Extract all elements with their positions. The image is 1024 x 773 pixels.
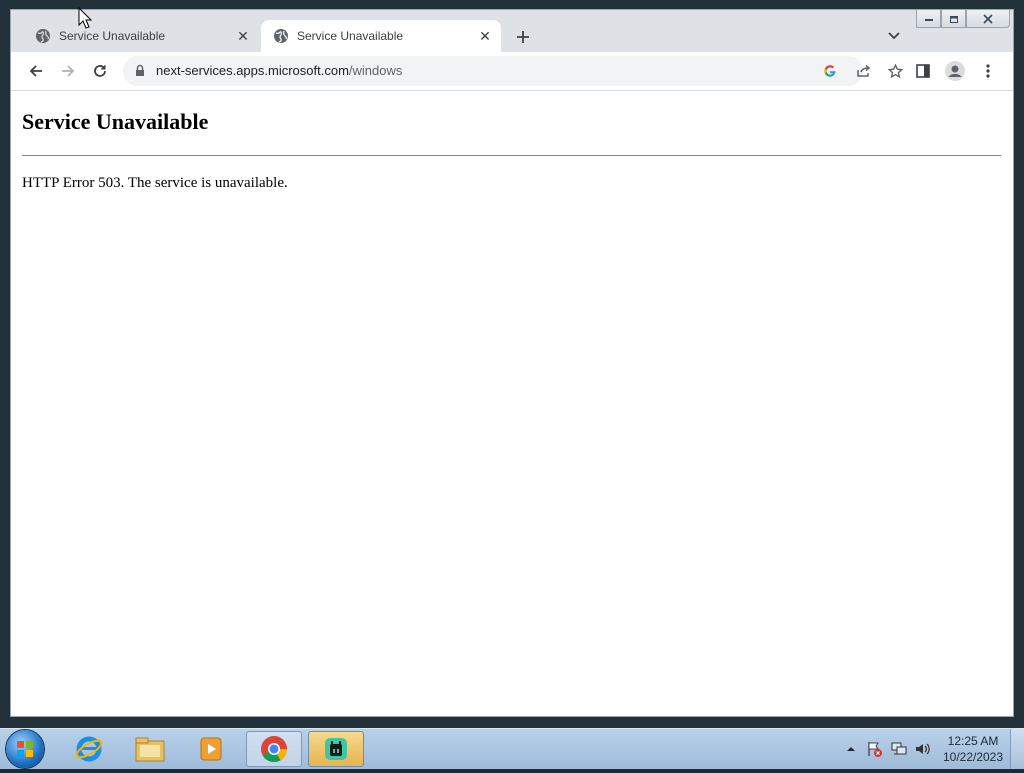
clock[interactable]: 12:25 AM 10/22/2023	[938, 733, 1008, 765]
tab-inactive[interactable]: Service Unavailable ✕	[23, 20, 259, 52]
minimize-button[interactable]	[916, 10, 941, 28]
tab-title: Service Unavailable	[59, 29, 166, 43]
browser-window: Service Unavailable ✕ Service Unavailabl…	[11, 10, 1013, 716]
url-path: /windows	[348, 63, 403, 78]
globe-icon	[36, 29, 50, 43]
avatar-icon	[945, 61, 965, 81]
tab-strip: Service Unavailable ✕ Service Unavailabl…	[11, 10, 1013, 52]
page-content: Service Unavailable HTTP Error 503. The …	[11, 91, 1013, 716]
tab-title: Service Unavailable	[297, 29, 404, 43]
url-host: next-services.apps.microsoft.com	[156, 63, 349, 78]
error-message: HTTP Error 503. The service is unavailab…	[22, 175, 288, 191]
plus-icon	[517, 31, 529, 43]
taskbar-explorer-button[interactable]	[122, 731, 178, 767]
reload-icon	[94, 65, 106, 77]
side-panel-button[interactable]	[912, 60, 934, 82]
internet-explorer-icon	[75, 736, 103, 762]
start-button[interactable]	[6, 730, 44, 768]
chevron-down-icon	[888, 32, 900, 40]
taskbar-chrome-button[interactable]	[246, 731, 302, 767]
close-icon	[983, 13, 993, 24]
back-button[interactable]	[25, 60, 47, 82]
clock-time: 12:25 AM	[947, 734, 999, 748]
url-text[interactable]: next-services.apps.microsoft.com/windows	[156, 63, 402, 78]
restore-button[interactable]	[941, 10, 966, 28]
star-icon	[887, 63, 903, 78]
share-button[interactable]	[853, 61, 873, 81]
show-desktop-button[interactable]	[1010, 729, 1024, 769]
divider	[22, 155, 1001, 156]
file-explorer-icon	[135, 737, 165, 762]
page-heading: Service Unavailable	[22, 109, 209, 134]
profile-button[interactable]	[944, 60, 966, 82]
windows-logo-icon	[17, 741, 33, 757]
lock-icon	[136, 64, 144, 76]
new-tab-button[interactable]	[511, 25, 535, 49]
taskbar-media-button[interactable]	[183, 731, 239, 767]
app-icon	[325, 738, 347, 760]
share-icon	[856, 64, 870, 77]
network-button[interactable]	[891, 741, 907, 757]
chevron-up-icon	[847, 747, 855, 751]
close-window-button[interactable]	[966, 10, 1010, 28]
close-icon[interactable]: ✕	[475, 26, 495, 46]
arrow-right-icon	[62, 65, 75, 77]
reload-button[interactable]	[89, 60, 111, 82]
taskbar-app-button[interactable]	[308, 731, 364, 767]
bookmark-button[interactable]	[885, 61, 905, 81]
taskbar-ie-button[interactable]	[61, 731, 117, 767]
tab-active[interactable]: Service Unavailable ✕	[261, 20, 501, 52]
side-panel-icon	[916, 64, 930, 78]
globe-icon	[274, 29, 288, 43]
media-player-icon	[200, 737, 222, 761]
action-center-button[interactable]	[866, 741, 882, 757]
tab-search-button[interactable]	[883, 25, 905, 47]
address-bar[interactable]: next-services.apps.microsoft.com/windows	[123, 56, 903, 86]
menu-button[interactable]	[977, 60, 999, 82]
speaker-icon	[916, 743, 930, 755]
flag-warning-icon	[868, 742, 882, 757]
forward-button[interactable]	[57, 60, 79, 82]
restore-icon	[949, 15, 958, 23]
more-vertical-icon	[986, 64, 990, 78]
volume-button[interactable]	[915, 741, 931, 757]
taskbar: 12:25 AM 10/22/2023	[0, 728, 1024, 769]
arrow-left-icon	[29, 65, 42, 77]
close-icon[interactable]: ✕	[233, 26, 253, 46]
google-icon	[824, 65, 836, 77]
browser-toolbar: next-services.apps.microsoft.com/windows	[11, 52, 1013, 91]
chrome-icon	[261, 736, 288, 763]
mouse-cursor-icon	[78, 7, 92, 29]
network-icon	[891, 742, 907, 755]
clock-date: 10/22/2023	[942, 750, 1004, 764]
show-hidden-icons-button[interactable]	[843, 741, 859, 757]
minimize-icon	[924, 18, 933, 21]
google-lens-button[interactable]	[820, 61, 840, 81]
